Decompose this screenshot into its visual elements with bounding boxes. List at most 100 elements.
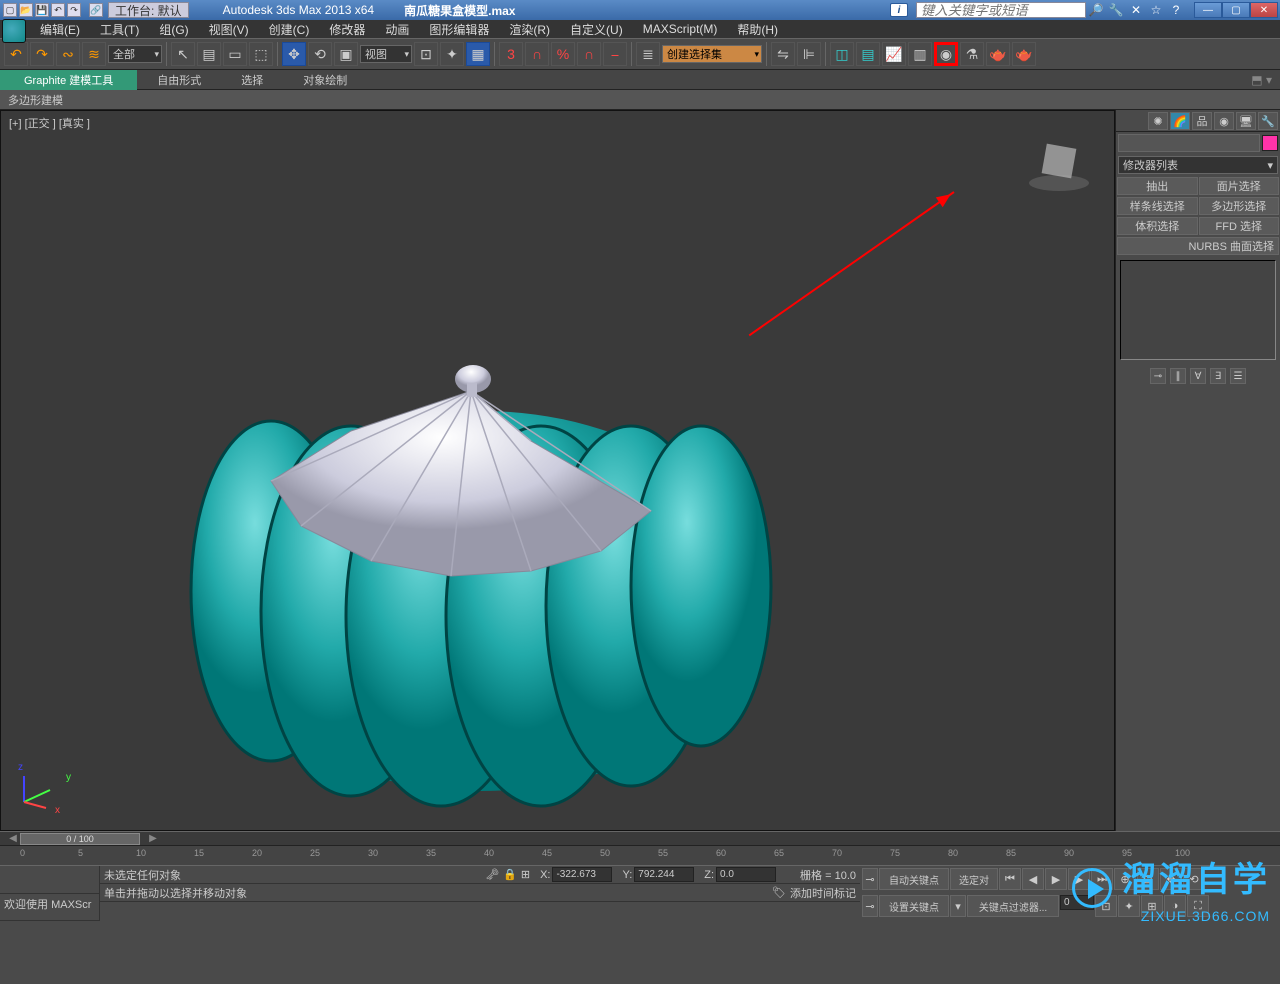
stack-show-icon[interactable]: ∥: [1170, 368, 1186, 384]
time-track[interactable]: 0 5 10 15 20 25 30 35 40 45 50 55 60 65 …: [0, 845, 1280, 865]
selected-button[interactable]: 选定对: [950, 868, 998, 890]
key-toggle-icon[interactable]: ⊸: [862, 868, 878, 890]
scale-icon[interactable]: ▣: [334, 42, 358, 66]
snap-3-icon[interactable]: 3: [499, 42, 523, 66]
unlink-icon[interactable]: ≋: [82, 42, 106, 66]
timetag-icon[interactable]: 🏷: [772, 886, 786, 899]
viewport-nav6-icon[interactable]: ⊞: [1141, 895, 1163, 917]
editnamed-icon[interactable]: ≣: [636, 42, 660, 66]
named-selset-dropdown[interactable]: 创建选择集: [662, 45, 762, 63]
time-config-icon[interactable]: ⊡: [1095, 895, 1117, 917]
select-object-icon[interactable]: ↖: [171, 42, 195, 66]
menu-tools[interactable]: 工具(T): [90, 21, 149, 38]
menu-maxscript[interactable]: MAXScript(M): [633, 22, 728, 36]
open-icon[interactable]: 📂: [19, 3, 33, 17]
material-editor-icon[interactable]: ◉: [934, 42, 958, 66]
stack-unique-icon[interactable]: ∀: [1190, 368, 1206, 384]
tab-modify-icon[interactable]: 🌈: [1170, 112, 1190, 130]
keyfilter-button[interactable]: 关键点过滤器...: [967, 895, 1059, 917]
render-icon[interactable]: 🫖: [1012, 42, 1036, 66]
mod-btn-ffd[interactable]: FFD 选择: [1199, 217, 1280, 235]
mod-btn-vol[interactable]: 体积选择: [1117, 217, 1198, 235]
ribbon-tab-graphite[interactable]: Graphite 建模工具: [0, 70, 137, 90]
manipulate-icon[interactable]: ✦: [440, 42, 464, 66]
lock2-icon[interactable]: 🔒: [503, 868, 517, 881]
ribbon-expand-icon[interactable]: ⬒ ▾: [1243, 73, 1280, 87]
link-chain-icon[interactable]: ∾: [56, 42, 80, 66]
star-icon[interactable]: ☆: [1148, 2, 1164, 18]
tab-utilities-icon[interactable]: 🔧: [1258, 112, 1278, 130]
tab-display-icon[interactable]: 🖥: [1236, 112, 1256, 130]
viewport-nav7-icon[interactable]: ◑: [1164, 895, 1186, 917]
schematic-icon[interactable]: ▥: [908, 42, 932, 66]
current-frame-input[interactable]: [1060, 895, 1094, 910]
layer-manager-icon[interactable]: ▤: [856, 42, 880, 66]
rotate-icon[interactable]: ⟲: [308, 42, 332, 66]
move-icon[interactable]: ✥: [282, 42, 306, 66]
align-icon[interactable]: ⊫: [797, 42, 821, 66]
mod-btn-nurbs[interactable]: NURBS 曲面选择: [1117, 237, 1279, 255]
redo-icon[interactable]: ↷: [67, 3, 81, 17]
layers-icon[interactable]: ◫: [830, 42, 854, 66]
app-logo-icon[interactable]: [2, 19, 26, 43]
menu-graph[interactable]: 图形编辑器: [419, 21, 499, 38]
modifier-list-dropdown[interactable]: 修改器列表: [1118, 156, 1278, 174]
tab-hierarchy-icon[interactable]: 品: [1192, 112, 1212, 130]
help-icon[interactable]: ?: [1168, 2, 1184, 18]
tab-motion-icon[interactable]: ◉: [1214, 112, 1234, 130]
mirror-icon[interactable]: ⇋: [771, 42, 795, 66]
stack-pin-icon[interactable]: ⊸: [1150, 368, 1166, 384]
render-setup-icon[interactable]: ⚗: [960, 42, 984, 66]
tab-create-icon[interactable]: ✺: [1148, 112, 1168, 130]
viewport-nav1-icon[interactable]: ⊕: [1114, 868, 1136, 890]
minimize-button[interactable]: —: [1194, 2, 1222, 18]
rendered-frame-icon[interactable]: 🫖: [986, 42, 1010, 66]
next-frame-icon[interactable]: ▶: [1068, 868, 1090, 890]
mod-btn-poly[interactable]: 多边形选择: [1199, 197, 1280, 215]
stack-remove-icon[interactable]: ∃: [1210, 368, 1226, 384]
viewport-nav3-icon[interactable]: ✥: [1160, 868, 1182, 890]
ribbon-btn-freeform[interactable]: 自由形式: [137, 72, 221, 88]
undo-icon[interactable]: ↶: [51, 3, 65, 17]
select-name-icon[interactable]: ▤: [197, 42, 221, 66]
maximize-button[interactable]: ▢: [1222, 2, 1250, 18]
setkey-button[interactable]: 设置关键点: [879, 895, 949, 917]
save-icon[interactable]: 💾: [35, 3, 49, 17]
coord-y-input[interactable]: [634, 867, 694, 882]
viewport-label[interactable]: [+] [正交 ] [真实 ]: [9, 115, 90, 131]
maxscript-mini[interactable]: [0, 866, 99, 894]
window-crossing-icon[interactable]: ⬚: [249, 42, 273, 66]
search-input[interactable]: [916, 2, 1086, 18]
viewport-nav5-icon[interactable]: ✦: [1118, 895, 1140, 917]
workspace-selector[interactable]: 工作台: 默认: [108, 2, 189, 18]
search-icon[interactable]: 🔎: [1088, 2, 1104, 18]
snap-toggle-icon[interactable]: ▦: [466, 42, 490, 66]
mod-btn-patch[interactable]: 面片选择: [1199, 177, 1280, 195]
play-icon[interactable]: ▶: [1045, 868, 1067, 890]
autokey-button[interactable]: 自动关键点: [879, 868, 949, 890]
lock-icon[interactable]: 🗝: [485, 868, 499, 881]
link-icon[interactable]: 🔗: [89, 3, 103, 17]
menu-edit[interactable]: 编辑(E): [30, 21, 90, 38]
refcoord-dropdown[interactable]: 视图: [360, 45, 412, 63]
object-color-swatch[interactable]: [1262, 135, 1278, 151]
key-mode-icon[interactable]: ⊸: [862, 895, 878, 917]
curve-editor-icon[interactable]: 📈: [882, 42, 906, 66]
time-slider-handle[interactable]: 0 / 100: [20, 833, 140, 845]
edge-snap-icon[interactable]: ⎯: [603, 42, 627, 66]
pivot-icon[interactable]: ⊡: [414, 42, 438, 66]
stack-config-icon[interactable]: ☰: [1230, 368, 1246, 384]
coord-z-input[interactable]: [716, 867, 776, 882]
menu-help[interactable]: 帮助(H): [727, 21, 788, 38]
angle-snap-icon[interactable]: ∩: [525, 42, 549, 66]
menu-group[interactable]: 组(G): [149, 21, 198, 38]
selection-filter-dropdown[interactable]: 全部: [108, 45, 162, 63]
viewport[interactable]: [+] [正交 ] [真实 ]: [0, 110, 1115, 831]
modifier-stack[interactable]: [1120, 260, 1276, 360]
viewport-nav4-icon[interactable]: ⟲: [1183, 868, 1205, 890]
menu-render[interactable]: 渲染(R): [499, 21, 560, 38]
undo-big-icon[interactable]: ↶: [4, 42, 28, 66]
key-icon[interactable]: 🔧: [1108, 2, 1124, 18]
redo-big-icon[interactable]: ↷: [30, 42, 54, 66]
slider-right-icon[interactable]: ▶: [146, 833, 160, 844]
